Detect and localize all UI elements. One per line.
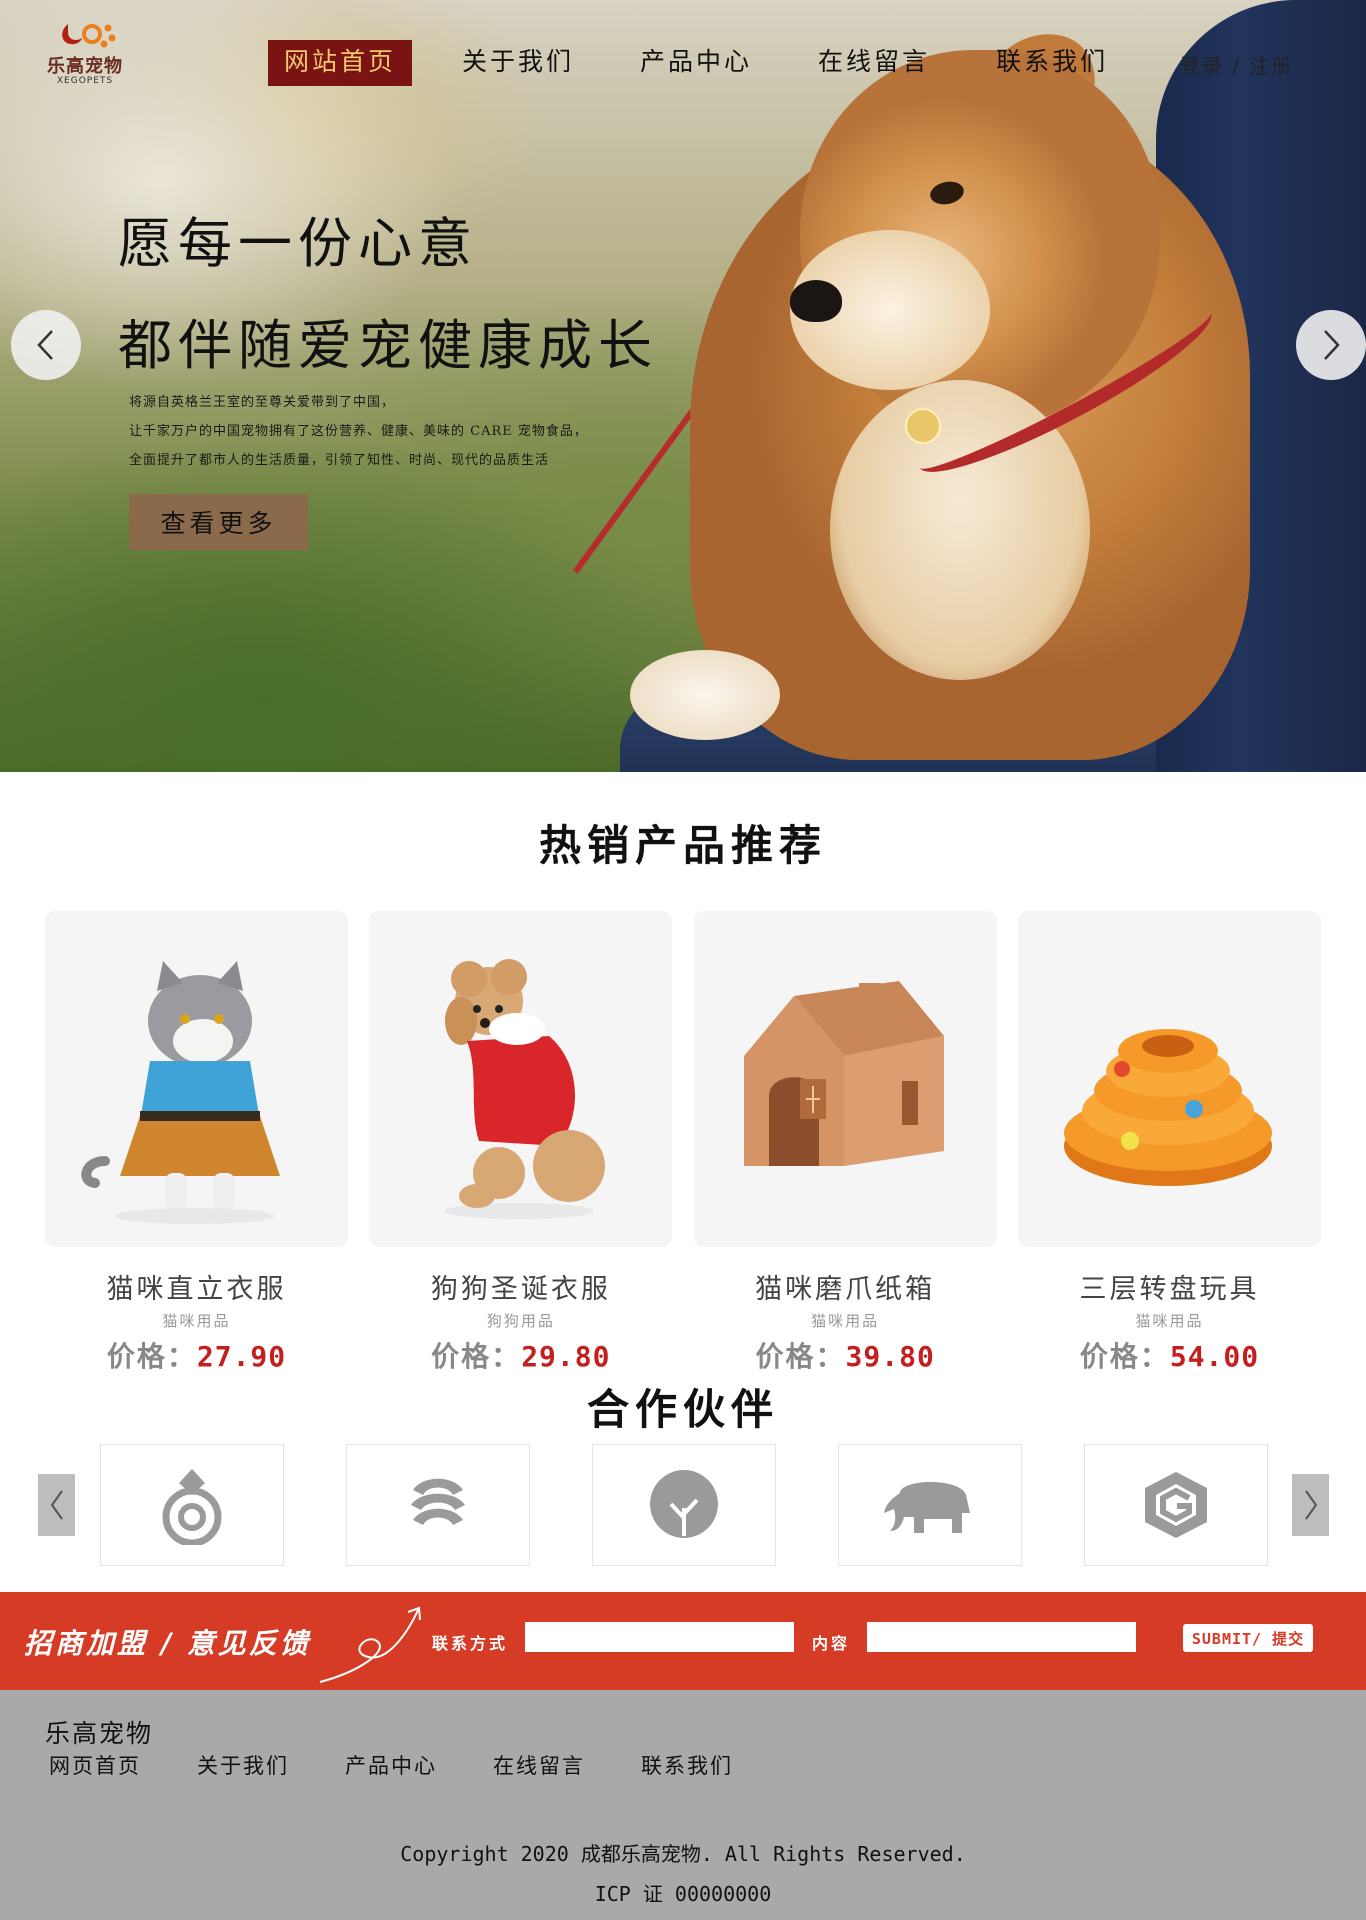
product-price: 价格：27.90	[45, 1335, 348, 1375]
product-name: 狗狗圣诞衣服	[430, 1274, 611, 1305]
price-label: 价格：	[106, 1340, 197, 1373]
price-value: 27.90	[196, 1340, 287, 1373]
partner-logo[interactable]	[346, 1444, 530, 1566]
product-price: 价格：54.00	[1018, 1335, 1321, 1375]
chevron-left-icon	[37, 330, 53, 360]
site-logo[interactable]: 乐高宠物 XEGOPETS	[40, 18, 130, 88]
product-card[interactable]: 三层转盘玩具 猫咪用品 价格：54.00	[1017, 911, 1321, 1375]
chevron-left-icon	[50, 1490, 63, 1520]
hero-description: 将源自英格兰王室的至尊关爱带到了中国， 让千家万户的中国宠物拥有了这份营养、健康…	[129, 388, 588, 475]
product-card[interactable]: 猫咪磨爪纸箱 猫咪用品 价格：39.80	[693, 911, 997, 1375]
contact-input[interactable]	[525, 1622, 794, 1652]
products-section-title: 热销产品推荐	[538, 821, 827, 870]
dog-christmas-clothes-image	[444, 959, 606, 1219]
tree-logo-icon	[650, 1470, 718, 1538]
product-card[interactable]: 猫咪直立衣服 猫咪用品 价格：27.90	[45, 911, 348, 1375]
footer-link-about[interactable]: 关于我们	[197, 1750, 289, 1780]
product-image	[369, 911, 673, 1247]
price-label: 价格：	[431, 1340, 522, 1373]
partner-logo[interactable]	[1084, 1444, 1268, 1566]
product-image	[1017, 911, 1321, 1247]
hero-photo-tag	[905, 408, 941, 444]
hero-banner	[0, 0, 1366, 772]
login-register-link[interactable]: 登录 / 注册	[1180, 50, 1293, 79]
content-input[interactable]	[867, 1622, 1136, 1652]
turntable-toy-image	[1063, 1029, 1272, 1186]
hero-desc-line: 将源自英格兰王室的至尊关爱带到了中国，	[129, 395, 396, 410]
product-category: 猫咪用品	[811, 1312, 880, 1330]
hero-headline-1: 愿每一份心意	[118, 212, 478, 275]
partners-carousel	[38, 1444, 1329, 1566]
chevron-right-icon	[1304, 1490, 1317, 1520]
logo-name: 乐高宠物	[47, 56, 123, 77]
cat-costume-image	[81, 961, 280, 1224]
main-nav: 网站首页 关于我们 产品中心 在线留言 联系我们	[268, 40, 1158, 86]
product-name: 猫咪磨爪纸箱	[755, 1274, 936, 1305]
hero-next-button[interactable]	[1296, 310, 1366, 380]
price-value: 29.80	[521, 1340, 611, 1373]
cardboard-house-image	[743, 981, 944, 1166]
nav-item-contact[interactable]: 联系我们	[980, 40, 1124, 86]
submit-button[interactable]: SUBMIT/ 提交	[1183, 1624, 1313, 1652]
feedback-title: 招商加盟 / 意见反馈	[24, 1627, 311, 1660]
chevron-right-icon	[1324, 330, 1340, 360]
product-image	[693, 911, 997, 1247]
hex-g-logo-icon	[1145, 1472, 1207, 1538]
product-card[interactable]: 狗狗圣诞衣服 狗狗用品 价格：29.80	[369, 911, 673, 1375]
price-value: 54.00	[1169, 1340, 1260, 1373]
product-category: 猫咪用品	[162, 1312, 231, 1330]
footer-link-contact[interactable]: 联系我们	[641, 1750, 733, 1780]
stripe-swirl-logo-icon	[411, 1478, 465, 1525]
hero-desc-line: 全面提升了都市人的生活质量，引领了知性、时尚、现代的品质生活	[129, 453, 550, 468]
footer-link-home[interactable]: 网页首页	[49, 1750, 141, 1780]
product-name: 猫咪直立衣服	[106, 1274, 287, 1305]
product-image	[45, 911, 348, 1247]
copyright-text: Copyright 2020 成都乐高宠物. All Rights Reserv…	[400, 1842, 966, 1866]
hero-text: 愿每一份心意 都伴随爱宠健康成长	[118, 212, 658, 378]
content-label: 内容	[812, 1634, 851, 1653]
nav-item-message[interactable]: 在线留言	[802, 40, 946, 86]
product-price: 价格：29.80	[369, 1335, 672, 1375]
partners-prev-button[interactable]	[38, 1474, 75, 1536]
partner-logo[interactable]	[838, 1444, 1022, 1566]
drop-ring-logo-icon	[162, 1469, 222, 1545]
footer-link-products[interactable]: 产品中心	[345, 1750, 437, 1780]
nav-item-about[interactable]: 关于我们	[446, 40, 590, 86]
footer-links: 网页首页 关于我们 产品中心 在线留言 联系我们	[49, 1750, 789, 1780]
product-list: 猫咪直立衣服 猫咪用品 价格：27.90 狗狗圣诞衣服 狗狗用品 价格：29.8…	[45, 911, 1321, 1375]
hero-photo-leash	[573, 408, 696, 574]
icp-text: ICP 证 00000000	[594, 1882, 772, 1906]
logo-mark-icon	[62, 24, 116, 48]
price-label: 价格：	[755, 1340, 846, 1373]
contact-label: 联系方式	[432, 1634, 509, 1653]
nav-item-products[interactable]: 产品中心	[624, 40, 768, 86]
partners-section-title: 合作伙伴	[586, 1385, 779, 1434]
logo-sub: XEGOPETS	[56, 76, 114, 86]
hero-desc-line: 让千家万户的中国宠物拥有了这份营养、健康、美味的 CARE 宠物食品，	[129, 424, 588, 439]
product-price: 价格：39.80	[694, 1335, 997, 1375]
view-more-button[interactable]: 查看更多	[129, 494, 308, 550]
price-value: 39.80	[845, 1340, 935, 1373]
hero-headline-2: 都伴随爱宠健康成长	[118, 314, 658, 377]
hero-prev-button[interactable]	[11, 310, 81, 380]
nav-item-home[interactable]: 网站首页	[268, 40, 413, 86]
feedback-bar: 招商加盟 / 意见反馈 联系方式 内容 SUBMIT/ 提交	[0, 1592, 1366, 1690]
hero-photo-dog-nose	[790, 280, 842, 322]
arrow-swoosh-icon	[319, 1606, 421, 1683]
hero-photo-paw	[630, 650, 780, 740]
partners-next-button[interactable]	[1292, 1474, 1329, 1536]
footer-link-message[interactable]: 在线留言	[493, 1750, 585, 1780]
product-category: 狗狗用品	[486, 1312, 555, 1330]
product-name: 三层转盘玩具	[1079, 1274, 1260, 1305]
partner-logo[interactable]	[592, 1444, 776, 1566]
price-label: 价格：	[1079, 1340, 1170, 1373]
footer: 乐高宠物 网页首页 关于我们 产品中心 在线留言 联系我们 Copyright …	[0, 1690, 1366, 1920]
partner-logo[interactable]	[100, 1444, 284, 1566]
product-category: 猫咪用品	[1135, 1312, 1204, 1330]
footer-brand: 乐高宠物	[45, 1719, 154, 1748]
elephant-logo-icon	[884, 1482, 970, 1533]
